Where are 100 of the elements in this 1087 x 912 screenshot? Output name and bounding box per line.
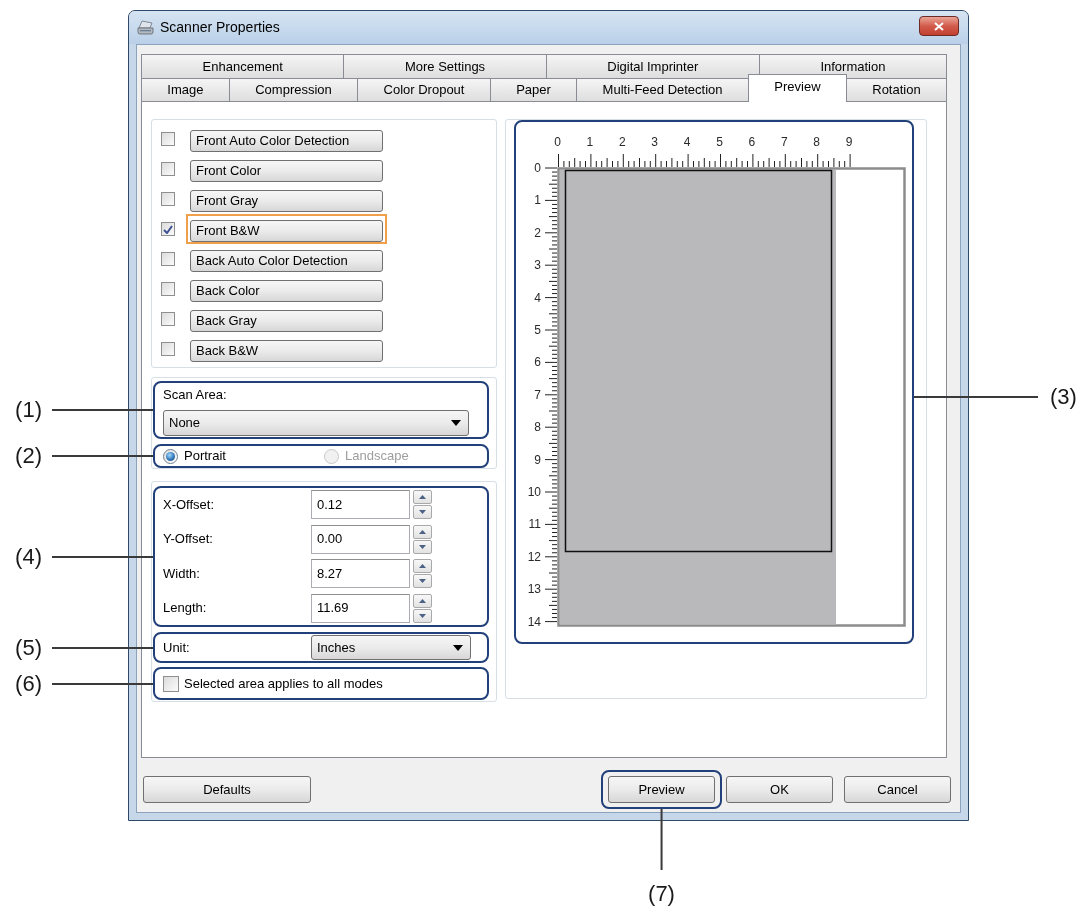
- window-title: Scanner Properties: [160, 19, 280, 36]
- mode-button[interactable]: Front Color: [190, 159, 383, 182]
- mode-button[interactable]: Front Gray: [190, 189, 383, 212]
- ruler-number: 5: [534, 323, 541, 337]
- field-label: Y-Offset:: [163, 530, 214, 549]
- tab[interactable]: More Settings: [343, 54, 547, 78]
- close-icon: [934, 21, 944, 31]
- radio-button[interactable]: [163, 448, 178, 464]
- dropdown[interactable]: Inches: [311, 635, 471, 660]
- input-field[interactable]: 0.12: [311, 490, 410, 519]
- checkbox[interactable]: [161, 282, 175, 296]
- ruler-number: 4: [683, 135, 691, 149]
- callout-label: (4): [15, 543, 42, 570]
- ruler-number: 13: [527, 582, 541, 597]
- spin-up-button[interactable]: [413, 593, 432, 608]
- tab[interactable]: Digital Imprinter: [545, 54, 760, 78]
- tab[interactable]: Image: [141, 78, 230, 101]
- ruler-number: 5: [716, 135, 723, 149]
- mode-button[interactable]: Back Gray: [190, 309, 383, 332]
- tab[interactable]: Multi-Feed Detection: [576, 78, 749, 101]
- field-label: Unit:: [163, 638, 191, 657]
- dialog-button[interactable]: OK: [726, 776, 833, 803]
- tab[interactable]: Enhancement: [141, 54, 345, 78]
- spin-down-button[interactable]: [413, 539, 432, 554]
- mode-button[interactable]: Front Auto Color Detection: [190, 129, 383, 152]
- down-triangle-icon: [419, 579, 426, 583]
- checkbox[interactable]: [161, 132, 175, 146]
- ruler-number: 0: [534, 161, 541, 175]
- ruler-number: 3: [534, 258, 541, 273]
- spin-up-button[interactable]: [413, 524, 432, 539]
- field-label: Width:: [163, 564, 201, 583]
- caret-icon: [451, 420, 461, 426]
- dialog-button[interactable]: Cancel: [844, 776, 951, 803]
- ruler-number: 9: [534, 452, 541, 467]
- mode-button[interactable]: Back Auto Color Detection: [190, 249, 383, 272]
- down-triangle-icon: [419, 510, 426, 514]
- close-button[interactable]: [919, 16, 959, 36]
- checkbox[interactable]: [161, 342, 175, 356]
- dialog-button[interactable]: Preview: [608, 776, 715, 803]
- callout-label: (3): [1050, 384, 1077, 410]
- input-field[interactable]: 11.69: [311, 593, 410, 623]
- spin-up-button[interactable]: [413, 559, 432, 573]
- mode-button[interactable]: Back Color: [190, 279, 383, 302]
- spin-up-button[interactable]: [413, 490, 432, 504]
- ruler-number: 8: [534, 420, 541, 435]
- checkbox[interactable]: [161, 252, 175, 266]
- up-triangle-icon: [419, 564, 426, 568]
- dropdown[interactable]: None: [163, 410, 469, 436]
- ruler-number: 2: [534, 225, 541, 240]
- spin-down-button[interactable]: [413, 608, 432, 623]
- input-field[interactable]: 8.27: [311, 559, 410, 588]
- ruler-number: 8: [813, 135, 821, 149]
- callout-label: (6): [15, 670, 42, 697]
- ruler-number: 0: [554, 135, 561, 149]
- spin-down-button[interactable]: [413, 574, 432, 588]
- ruler-number: 4: [534, 290, 541, 305]
- ruler-number: 9: [845, 135, 853, 149]
- callout-label: (1): [15, 397, 42, 423]
- ruler-number: 6: [534, 355, 541, 370]
- callout-label: (2): [15, 443, 42, 469]
- leader-line: [660, 809, 663, 870]
- tab[interactable]: Rotation: [845, 78, 948, 101]
- tab[interactable]: Paper: [489, 78, 578, 101]
- callout-label: (7): [648, 881, 675, 907]
- field-label: Length:: [163, 599, 208, 618]
- ruler-number: 14: [527, 614, 541, 629]
- mode-button[interactable]: Back B&W: [190, 339, 383, 362]
- ruler-number: 2: [618, 135, 626, 149]
- down-triangle-icon: [419, 613, 426, 618]
- up-triangle-icon: [419, 529, 426, 534]
- checkbox[interactable]: [161, 192, 175, 206]
- spin-down-button[interactable]: [413, 505, 432, 519]
- tab[interactable]: Compression: [228, 78, 359, 101]
- dialog-button[interactable]: Defaults: [143, 776, 311, 803]
- field-label: Scan Area:: [163, 388, 227, 402]
- ruler-number: 1: [534, 193, 541, 208]
- checkbox[interactable]: [161, 222, 175, 236]
- option-label[interactable]: Portrait: [184, 446, 226, 466]
- checkmark-icon: [163, 224, 173, 234]
- ruler-number: 1: [586, 135, 594, 149]
- field-label: X-Offset:: [163, 495, 216, 514]
- tab[interactable]: Preview: [747, 74, 847, 102]
- tab[interactable]: Information: [758, 54, 947, 78]
- input-field[interactable]: 0.00: [311, 524, 410, 554]
- checkbox[interactable]: [163, 675, 179, 692]
- mode-button[interactable]: Front B&W: [190, 219, 383, 242]
- up-triangle-icon: [419, 495, 426, 499]
- tab[interactable]: Color Dropout: [357, 78, 491, 101]
- callout-label: (5): [15, 634, 42, 661]
- ruler-number: 3: [651, 135, 659, 149]
- ruler-number: 7: [780, 135, 788, 149]
- scanner-icon: [137, 19, 154, 36]
- ruler-number: 12: [527, 549, 541, 564]
- checkbox[interactable]: [161, 162, 175, 176]
- ruler-number: 7: [534, 387, 541, 402]
- checkbox-label[interactable]: Selected area applies to all modes: [184, 673, 383, 694]
- up-triangle-icon: [419, 598, 426, 603]
- caret-icon: [453, 644, 463, 651]
- ruler-number: 11: [528, 517, 541, 532]
- checkbox[interactable]: [161, 312, 175, 326]
